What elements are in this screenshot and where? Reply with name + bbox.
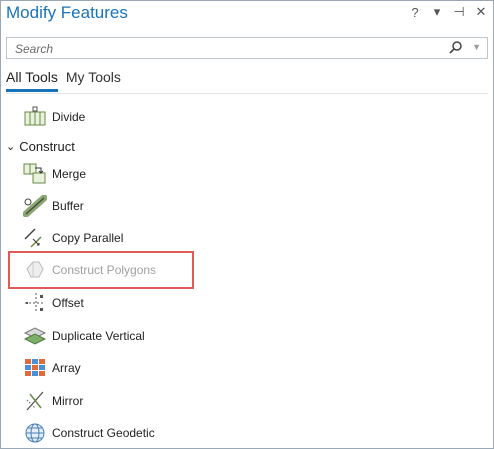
tool-merge[interactable]: Merge <box>22 162 86 186</box>
tool-label: Divide <box>52 110 86 124</box>
close-icon[interactable]: ✕ <box>475 4 487 20</box>
tool-label: Array <box>52 361 81 375</box>
pane-menu-icon[interactable]: ▾ <box>431 4 443 20</box>
auto-hide-pin-icon[interactable]: ⊣ <box>453 4 465 20</box>
tool-mirror[interactable]: Mirror <box>22 389 83 413</box>
tool-array[interactable]: Array <box>22 356 81 380</box>
tool-label: Construct Geodetic <box>52 426 155 440</box>
construct-geodetic-icon <box>22 421 48 445</box>
tool-copy-parallel[interactable]: Copy Parallel <box>22 226 123 250</box>
divide-icon <box>22 105 48 129</box>
help-icon[interactable]: ? <box>409 5 421 20</box>
search-options-chevron-icon[interactable]: ▼ <box>472 42 481 52</box>
tool-label: Mirror <box>52 394 84 408</box>
tool-duplicate-vertical[interactable]: Duplicate Vertical <box>22 324 145 348</box>
tool-label: Copy Parallel <box>52 231 124 245</box>
tool-label: Buffer <box>52 199 84 213</box>
tool-label: Duplicate Vertical <box>52 329 145 343</box>
array-icon <box>22 356 48 380</box>
pane-controls: ? ▾ ⊣ ✕ <box>409 4 487 20</box>
tool-tabs: All Tools My Tools <box>6 69 121 92</box>
copy-parallel-icon <box>22 226 48 250</box>
pane-title: Modify Features <box>6 3 128 22</box>
group-construct[interactable]: ⌄ Construct <box>6 139 75 154</box>
offset-icon <box>22 291 48 315</box>
chevron-down-icon: ⌄ <box>6 141 16 153</box>
buffer-icon <box>22 194 48 218</box>
tool-label: Merge <box>52 167 87 181</box>
tool-offset[interactable]: Offset <box>22 291 84 315</box>
tool-divide[interactable]: Divide <box>22 105 85 129</box>
search-box: ▼ <box>6 37 488 59</box>
group-label: Construct <box>19 139 75 154</box>
tool-label: Offset <box>52 296 84 310</box>
search-input[interactable] <box>13 40 437 58</box>
tool-construct-geodetic[interactable]: Construct Geodetic <box>22 421 155 445</box>
tab-my-tools[interactable]: My Tools <box>66 69 121 92</box>
modify-features-pane: Modify Features ? ▾ ⊣ ✕ ▼ All Tools My T… <box>0 0 494 449</box>
tool-buffer[interactable]: Buffer <box>22 194 84 218</box>
mirror-icon <box>22 389 48 413</box>
merge-icon <box>22 162 48 186</box>
highlight-box <box>8 251 194 289</box>
search-icon[interactable] <box>449 40 463 59</box>
duplicate-vertical-icon <box>22 324 48 348</box>
tab-divider <box>6 93 488 94</box>
tab-all-tools[interactable]: All Tools <box>6 69 58 92</box>
